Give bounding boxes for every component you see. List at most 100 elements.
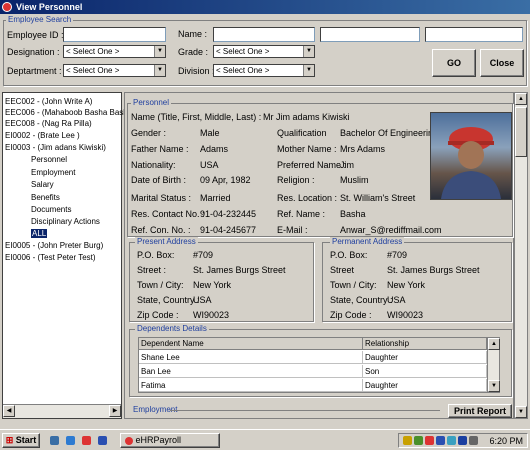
email-value: Anwar_S@rediffmail.com — [340, 225, 442, 235]
table-cell[interactable]: Daughter — [363, 379, 487, 392]
tray-icon[interactable] — [403, 436, 412, 445]
tree-item[interactable]: EEC002 - (John Write A) — [5, 97, 92, 106]
department-label: Deptartment : — [7, 66, 62, 76]
table-cell[interactable]: Ban Lee — [139, 365, 363, 378]
scroll-thumb[interactable] — [515, 107, 527, 157]
division-value: < Select One > — [216, 66, 270, 75]
tree-subitem[interactable]: Employment — [31, 168, 75, 177]
permanent-street-value: St. James Burgs Street — [387, 265, 480, 275]
qualification-label: Qualification — [277, 128, 327, 138]
tree-item[interactable]: EEC006 - (Mahaboob Basha Basha) — [5, 108, 135, 117]
window-title: View Personnel — [16, 2, 83, 12]
chevron-down-icon[interactable]: ▼ — [154, 46, 165, 57]
tree-subitem[interactable]: Benefits — [31, 193, 60, 202]
employee-tree[interactable]: EEC002 - (John Write A) EEC006 - (Mahabo… — [2, 92, 135, 419]
ref-con-label: Ref. Con. No. : — [131, 225, 191, 235]
tree-subitem[interactable]: Disciplinary Actions — [31, 217, 100, 226]
tree-item[interactable]: EI0005 - (John Preter Burg) — [5, 241, 103, 250]
app-shortcut-icon[interactable] — [82, 436, 91, 445]
mother-label: Mother Name : — [277, 144, 337, 154]
ref-name-label: Ref. Name : — [277, 209, 326, 219]
scroll-left-icon[interactable]: ◀ — [3, 405, 15, 417]
permanent-state-value: USA — [387, 295, 406, 305]
tree-subitem-selected[interactable]: ALL — [31, 229, 48, 238]
tray-icon[interactable] — [458, 436, 467, 445]
full-name-label: Name (Title, First, Middle, Last) : — [131, 112, 262, 122]
go-button[interactable]: GO — [432, 49, 476, 77]
scroll-down-icon[interactable]: ▼ — [488, 380, 500, 392]
present-po-value: #709 — [193, 250, 214, 260]
tree-subitem[interactable]: Salary — [31, 180, 54, 189]
department-select[interactable]: < Select One > ▼ — [63, 64, 166, 77]
permanent-town-value: New York — [387, 280, 426, 290]
preferred-label: Preferred Name : — [277, 160, 347, 170]
tree-subitem[interactable]: Documents — [31, 205, 71, 214]
tray-icon[interactable] — [447, 436, 456, 445]
employee-id-input[interactable] — [63, 27, 166, 42]
res-location-value: St. William's Street — [340, 193, 416, 203]
employee-search-label: Employee Search — [6, 15, 74, 24]
table-cell[interactable]: Shane Lee — [139, 351, 363, 364]
table-cell[interactable]: Fatima — [139, 379, 363, 392]
chevron-down-icon[interactable]: ▼ — [303, 46, 314, 57]
close-button[interactable]: Close — [480, 49, 524, 77]
gender-value: Male — [200, 128, 220, 138]
taskbar-app-button[interactable]: eHRPayroll — [120, 433, 220, 448]
permanent-po-label: P.O. Box: — [330, 250, 368, 260]
tree-item[interactable]: EI0006 - (Test Peter Test) — [5, 253, 96, 262]
scroll-down-icon[interactable]: ▼ — [515, 406, 527, 418]
res-contact-label: Res. Contact No. : — [131, 209, 205, 219]
first-name-input[interactable] — [213, 27, 315, 42]
ref-name-value: Basha — [340, 209, 366, 219]
present-town-value: New York — [193, 280, 232, 290]
designation-select[interactable]: < Select One > ▼ — [63, 45, 166, 58]
scroll-right-icon[interactable]: ▶ — [109, 405, 121, 417]
father-label: Father Name : — [131, 144, 189, 154]
tree-hscrollbar[interactable]: ◀ ▶ — [3, 404, 121, 418]
employee-photo — [430, 112, 512, 200]
tree-subitem[interactable]: Personnel — [31, 155, 67, 164]
scroll-up-icon[interactable]: ▲ — [488, 338, 500, 350]
desktop-icon[interactable] — [50, 436, 59, 445]
tree-item[interactable]: EI0002 - (Brate Lee ) — [5, 131, 80, 140]
personnel-label: Personnel — [131, 98, 172, 107]
print-report-button[interactable]: Print Report — [448, 404, 512, 418]
table-cell[interactable]: Son — [363, 365, 487, 378]
window-titlebar: View Personnel — [0, 0, 530, 14]
column-header[interactable]: Relationship — [363, 338, 487, 350]
taskbar-app-label: eHRPayroll — [135, 435, 182, 445]
designation-value: < Select One > — [66, 47, 120, 56]
present-street-label: Street : — [137, 265, 167, 275]
marital-label: Marital Status : — [131, 193, 192, 203]
volume-icon[interactable] — [469, 436, 478, 445]
column-header[interactable]: Dependent Name — [139, 338, 363, 350]
dob-label: Date of Birth : — [131, 175, 187, 185]
tray-icon[interactable] — [414, 436, 423, 445]
table-vscrollbar[interactable]: ▲ ▼ — [487, 338, 500, 392]
ref-con-value: 91-04-245677 — [200, 225, 257, 235]
last-name-input[interactable] — [425, 27, 523, 42]
table-cell[interactable]: Daughter — [363, 351, 487, 364]
permanent-address-label: Permanent Address — [330, 237, 405, 246]
app-shortcut-icon[interactable] — [98, 436, 107, 445]
permanent-state-label: State, Country : — [330, 295, 393, 305]
browser-icon[interactable] — [66, 436, 75, 445]
grade-label: Grade : — [178, 47, 209, 57]
present-state-label: State, Country : — [137, 295, 200, 305]
tray-icon[interactable] — [425, 436, 434, 445]
chevron-down-icon[interactable]: ▼ — [303, 65, 314, 76]
grade-select[interactable]: < Select One > ▼ — [213, 45, 315, 58]
tree-item[interactable]: EEC008 - (Nag Ra Pilla) — [5, 119, 92, 128]
qualification-value: Bachelor Of Engineering — [340, 128, 439, 138]
clock[interactable]: 6:20 PM — [489, 436, 523, 446]
tree-item[interactable]: EI0003 - (Jim adans Kiwiski) — [5, 143, 106, 152]
division-select[interactable]: < Select One > ▼ — [213, 64, 315, 77]
middle-name-input[interactable] — [320, 27, 420, 42]
chevron-down-icon[interactable]: ▼ — [154, 65, 165, 76]
start-button[interactable]: ⊞ Start — [2, 433, 40, 448]
scroll-up-icon[interactable]: ▲ — [515, 93, 527, 105]
tray-icon[interactable] — [436, 436, 445, 445]
details-vscrollbar[interactable]: ▲ ▼ — [514, 92, 528, 419]
present-address-label: Present Address — [135, 237, 198, 246]
dependents-label: Dependents Details — [135, 324, 209, 333]
